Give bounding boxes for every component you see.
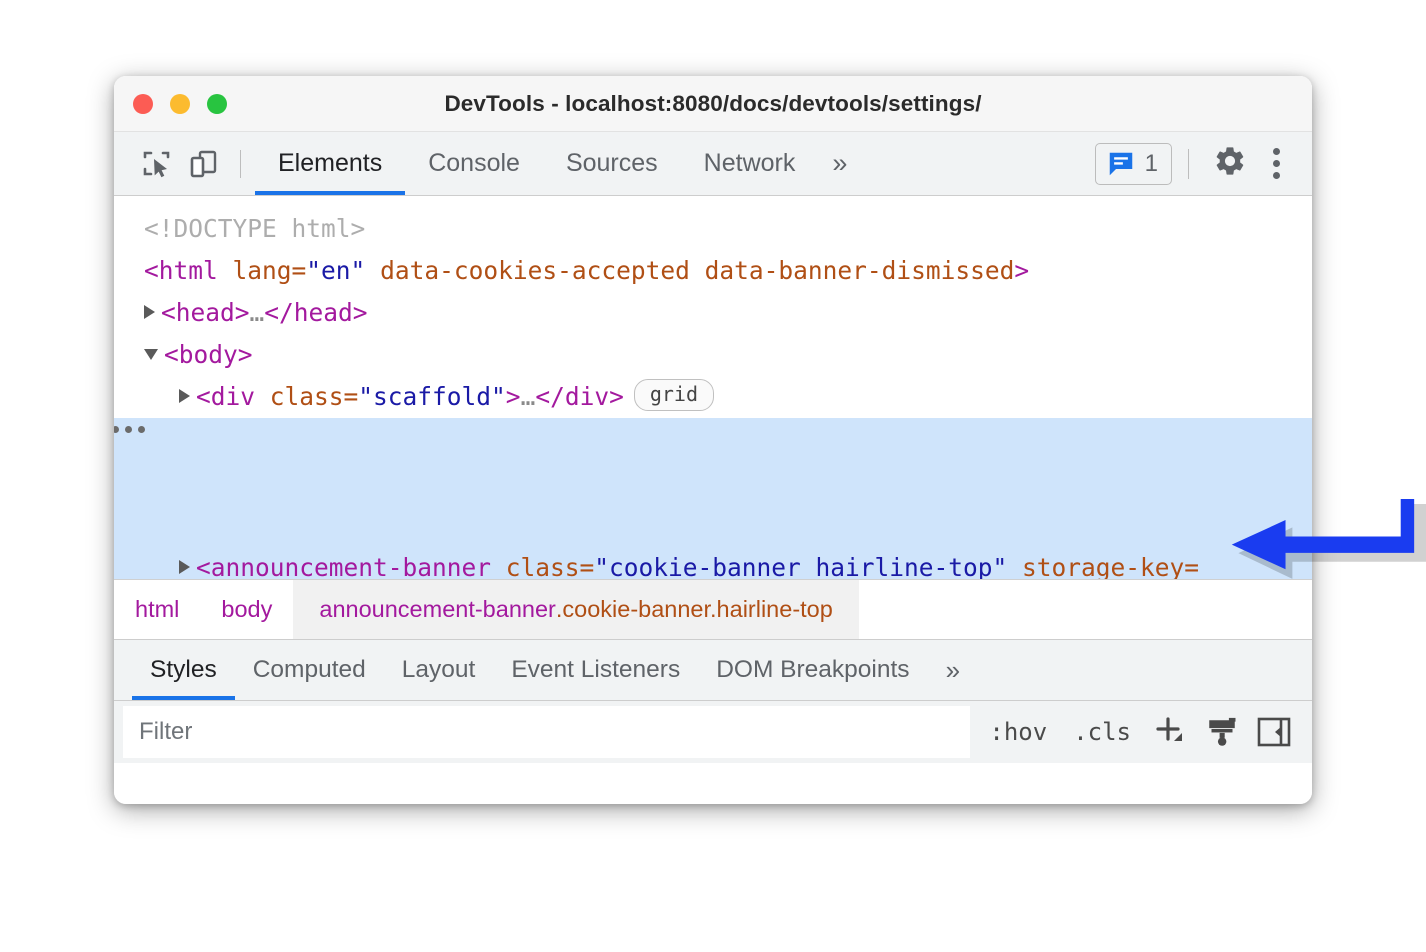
tab-console[interactable]: Console bbox=[405, 132, 543, 195]
issues-speech-bubble-icon bbox=[1106, 149, 1136, 179]
tab-dom-breakpoints[interactable]: DOM Breakpoints bbox=[698, 640, 927, 700]
kebab-menu-icon[interactable] bbox=[1255, 148, 1294, 179]
expand-head-triangle-icon[interactable] bbox=[144, 305, 155, 319]
cls-toggle-button[interactable]: .cls bbox=[1060, 718, 1144, 746]
close-window-button[interactable] bbox=[133, 94, 153, 114]
tab-styles[interactable]: Styles bbox=[132, 640, 235, 700]
gear-icon[interactable] bbox=[1205, 144, 1255, 183]
styles-filter-bar: :hov .cls bbox=[114, 701, 1312, 763]
banner-open-tag: <announcement-banner bbox=[196, 553, 491, 579]
head-close-tag: </head> bbox=[264, 298, 367, 327]
window-title: DevTools - localhost:8080/docs/devtools/… bbox=[114, 91, 1312, 117]
grid-badge[interactable]: grid bbox=[634, 379, 714, 411]
banner-class-attr: class= bbox=[491, 553, 594, 579]
breadcrumb-selected-tag: announcement-banner bbox=[319, 596, 555, 623]
toolbar-divider bbox=[240, 150, 241, 178]
tab-event-listeners-label: Event Listeners bbox=[511, 656, 680, 684]
breadcrumb-item-announcement-banner[interactable]: announcement-banner.cookie-banner.hairli… bbox=[293, 580, 858, 639]
inspect-element-icon[interactable] bbox=[134, 141, 180, 187]
banner-class-value: "cookie-banner hairline-top" bbox=[594, 553, 1007, 579]
tab-network-label: Network bbox=[704, 149, 796, 178]
issues-badge[interactable]: 1 bbox=[1095, 143, 1172, 185]
tab-console-label: Console bbox=[428, 149, 520, 178]
screenshot-root: DevTools - localhost:8080/docs/devtools/… bbox=[0, 0, 1426, 952]
html-lang-attr: lang= bbox=[218, 256, 307, 285]
tab-elements-label: Elements bbox=[278, 149, 382, 178]
tab-event-listeners[interactable]: Event Listeners bbox=[493, 640, 698, 700]
breadcrumb-item-html[interactable]: html bbox=[114, 580, 200, 639]
breadcrumb-body-label: body bbox=[221, 596, 272, 623]
head-open-tag: <head> bbox=[161, 298, 250, 327]
expand-banner-triangle-icon[interactable] bbox=[179, 560, 190, 574]
more-panels-chevron-icon[interactable]: » bbox=[818, 148, 861, 179]
dom-row-head[interactable]: <head>…</head> bbox=[114, 292, 1312, 334]
dom-row-html[interactable]: <html lang="en" data-cookies-accepted da… bbox=[114, 250, 1312, 292]
tab-layout-label: Layout bbox=[402, 656, 476, 684]
filter-input[interactable] bbox=[123, 706, 970, 758]
dom-tree-panel: <!DOCTYPE html> <html lang="en" data-coo… bbox=[114, 196, 1312, 579]
div-open-tag: <div bbox=[196, 382, 270, 411]
div-class-value: "scaffold" bbox=[358, 382, 506, 411]
more-sidebar-tabs-chevron-icon[interactable]: » bbox=[928, 655, 978, 686]
hov-toggle-button[interactable]: :hov bbox=[976, 718, 1060, 746]
devtools-window: DevTools - localhost:8080/docs/devtools/… bbox=[114, 76, 1312, 804]
tab-computed-label: Computed bbox=[253, 656, 366, 684]
more-options-ellipsis-icon[interactable] bbox=[114, 426, 145, 433]
div-class-attr: class= bbox=[270, 382, 359, 411]
plus-new-style-rule-icon[interactable] bbox=[1144, 709, 1196, 755]
tab-network[interactable]: Network bbox=[681, 132, 819, 195]
html-tag-name: html bbox=[159, 256, 218, 285]
toolbar-right-group: 1 bbox=[1095, 143, 1312, 185]
body-open-tag: <body> bbox=[164, 340, 253, 369]
div-ellipsis: … bbox=[521, 382, 536, 411]
tab-dom-breakpoints-label: DOM Breakpoints bbox=[716, 656, 909, 684]
doctype-text: <!DOCTYPE html> bbox=[144, 214, 365, 243]
devtools-toolbar: Elements Console Sources Network » 1 bbox=[114, 132, 1312, 196]
dom-row-body[interactable]: <body> bbox=[114, 334, 1312, 376]
dom-row-div-scaffold[interactable]: <div class="scaffold">…</div> grid bbox=[114, 376, 1312, 418]
banner-storage-attr: storage-key= bbox=[1007, 553, 1199, 579]
breadcrumb-item-body[interactable]: body bbox=[200, 580, 293, 639]
tab-styles-label: Styles bbox=[150, 656, 217, 684]
breadcrumb: html body announcement-banner.cookie-ban… bbox=[114, 579, 1312, 639]
div-gt: > bbox=[506, 382, 521, 411]
tab-elements[interactable]: Elements bbox=[255, 132, 405, 195]
breadcrumb-html-label: html bbox=[135, 596, 179, 623]
tab-layout[interactable]: Layout bbox=[384, 640, 494, 700]
dom-row-announcement-banner[interactable]: <announcement-banner class="cookie-banne… bbox=[114, 418, 1312, 579]
tab-sources[interactable]: Sources bbox=[543, 132, 681, 195]
dom-row-doctype[interactable]: <!DOCTYPE html> bbox=[114, 208, 1312, 250]
collapse-body-triangle-icon[interactable] bbox=[144, 349, 158, 360]
paintbrush-icon[interactable] bbox=[1196, 709, 1248, 755]
html-bare-attrs: data-cookies-accepted data-banner-dismis… bbox=[365, 256, 1014, 285]
breadcrumb-selected-classes: .cookie-banner.hairline-top bbox=[556, 596, 833, 623]
panel-tabs: Elements Console Sources Network » bbox=[255, 132, 861, 195]
issues-count: 1 bbox=[1145, 150, 1158, 178]
tab-computed[interactable]: Computed bbox=[235, 640, 384, 700]
filter-toolbar: :hov .cls bbox=[970, 701, 1312, 763]
div-close-tag: </div> bbox=[535, 382, 624, 411]
tab-sources-label: Sources bbox=[566, 149, 658, 178]
styles-sidebar-tabs: Styles Computed Layout Event Listeners D… bbox=[114, 639, 1312, 701]
minimize-window-button[interactable] bbox=[170, 94, 190, 114]
html-close-bracket: > bbox=[1014, 256, 1029, 285]
device-toolbar-icon[interactable] bbox=[180, 141, 226, 187]
maximize-window-button[interactable] bbox=[207, 94, 227, 114]
expand-div-triangle-icon[interactable] bbox=[179, 389, 190, 403]
computed-sidebar-toggle-icon[interactable] bbox=[1248, 709, 1300, 755]
window-titlebar: DevTools - localhost:8080/docs/devtools/… bbox=[114, 76, 1312, 132]
traffic-lights bbox=[133, 94, 227, 114]
html-lang-value: "en" bbox=[306, 256, 365, 285]
head-ellipsis: … bbox=[250, 298, 265, 327]
toolbar-right-divider bbox=[1188, 149, 1189, 179]
